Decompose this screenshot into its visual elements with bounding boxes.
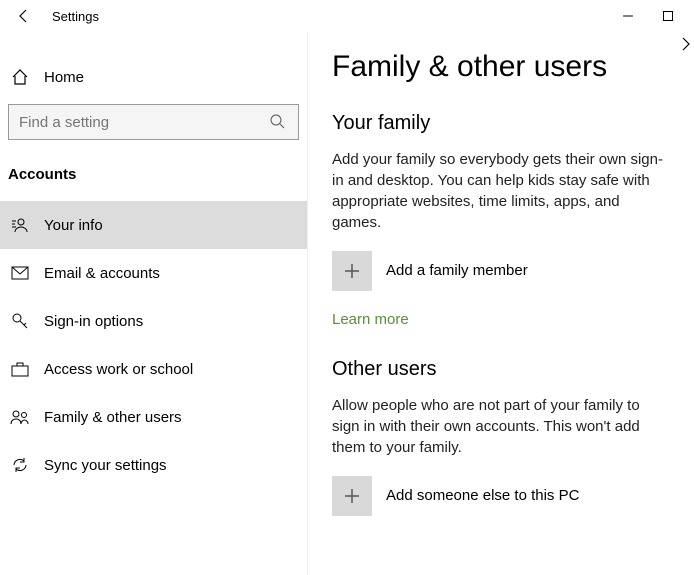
search-input[interactable] xyxy=(8,104,299,140)
window-title: Settings xyxy=(52,9,99,24)
page-heading: Family & other users xyxy=(332,50,670,84)
minimize-button[interactable] xyxy=(608,0,648,32)
nav-label: Your info xyxy=(44,217,103,234)
titlebar: Settings xyxy=(0,0,694,32)
home-icon xyxy=(8,68,32,86)
close-button[interactable] xyxy=(688,0,694,32)
nav-signin-options[interactable]: Sign-in options xyxy=(0,297,307,345)
home-label: Home xyxy=(44,69,84,86)
nav-email-accounts[interactable]: Email & accounts xyxy=(0,249,307,297)
nav-your-info[interactable]: Your info xyxy=(0,201,307,249)
other-users-description: Allow people who are not part of your fa… xyxy=(332,395,670,458)
add-family-member-button[interactable]: Add a family member xyxy=(332,251,670,291)
nav-access-work[interactable]: Access work or school xyxy=(0,345,307,393)
nav-label: Family & other users xyxy=(44,409,182,426)
mail-icon xyxy=(8,266,32,280)
briefcase-icon xyxy=(8,361,32,377)
nav-label: Sync your settings xyxy=(44,457,167,474)
search-container xyxy=(0,104,307,140)
sidebar: Home Accounts Your info Email & accounts xyxy=(0,32,308,575)
add-other-label: Add someone else to this PC xyxy=(386,476,579,516)
nav-family-users[interactable]: Family & other users xyxy=(0,393,307,441)
family-heading: Your family xyxy=(332,112,670,135)
add-family-label: Add a family member xyxy=(386,251,528,291)
maximize-button[interactable] xyxy=(648,0,688,32)
scroll-right-icon[interactable] xyxy=(680,36,692,55)
person-card-icon xyxy=(8,217,32,233)
section-accounts: Accounts xyxy=(0,158,307,201)
plus-icon xyxy=(332,251,372,291)
people-icon xyxy=(8,409,32,425)
nav-sync-settings[interactable]: Sync your settings xyxy=(0,441,307,489)
family-description: Add your family so everybody gets their … xyxy=(332,149,670,233)
nav-label: Email & accounts xyxy=(44,265,160,282)
learn-more-link[interactable]: Learn more xyxy=(332,311,409,328)
content-area: Family & other users Your family Add you… xyxy=(308,32,694,575)
add-other-user-button[interactable]: Add someone else to this PC xyxy=(332,476,670,516)
sync-icon xyxy=(8,456,32,474)
home-button[interactable]: Home xyxy=(0,56,307,98)
back-button[interactable] xyxy=(8,0,40,32)
other-users-heading: Other users xyxy=(332,358,670,381)
nav-label: Access work or school xyxy=(44,361,193,378)
plus-icon xyxy=(332,476,372,516)
key-icon xyxy=(8,312,32,330)
nav-label: Sign-in options xyxy=(44,313,143,330)
